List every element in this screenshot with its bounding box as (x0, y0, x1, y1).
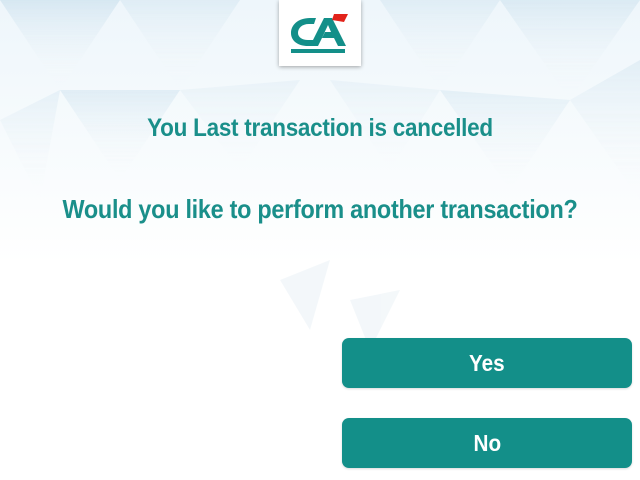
brand-logo (279, 0, 361, 66)
yes-button-label: Yes (469, 349, 505, 376)
credit-agricole-logo-icon (291, 14, 348, 53)
another-transaction-question: Would you like to perform another transa… (62, 194, 578, 224)
yes-button[interactable]: Yes (342, 338, 632, 388)
no-button-label: No (473, 429, 501, 456)
background-pattern (0, 0, 640, 480)
no-button[interactable]: No (342, 418, 632, 468)
cancelled-message: You Last transaction is cancelled (147, 114, 493, 142)
